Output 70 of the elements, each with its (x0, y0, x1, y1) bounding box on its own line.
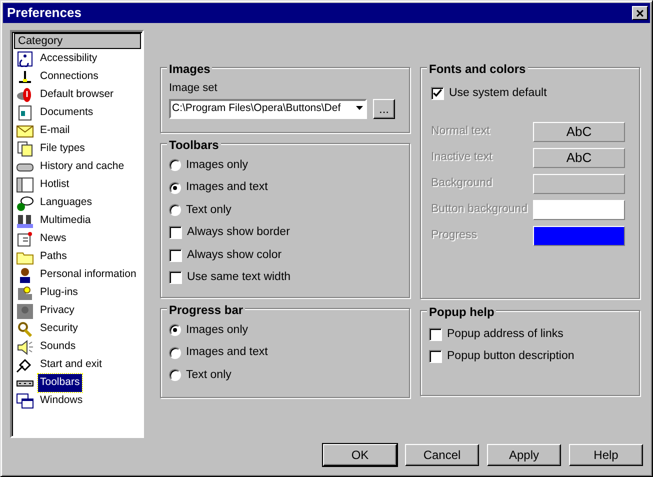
category-item[interactable]: Hotlist (14, 176, 141, 194)
dialog-button[interactable]: OK (323, 444, 397, 466)
dialog-button[interactable]: Cancel (405, 444, 479, 466)
color-label: Progress (431, 228, 478, 243)
field-label: Image set (169, 81, 218, 96)
checkbox-label[interactable]: Popup button description (447, 348, 574, 366)
windows-icon (16, 393, 34, 409)
checkbox-label[interactable]: Popup address of links (447, 326, 564, 343)
category-item[interactable]: Plug-ins (14, 284, 141, 302)
color-label: Background (431, 176, 492, 191)
category-item[interactable]: News (14, 230, 141, 248)
accessibility-icon (16, 51, 34, 67)
radio-label[interactable]: Images and text (186, 344, 268, 362)
radio-label[interactable]: Images only (186, 156, 248, 174)
category-item[interactable]: Sounds (14, 338, 141, 356)
column-header[interactable]: Category (14, 33, 141, 49)
category-item[interactable]: Languages (14, 194, 141, 212)
color-label: Button background (431, 202, 528, 217)
checkbox[interactable] (169, 248, 182, 262)
category-item[interactable]: Toolbars (14, 374, 141, 392)
radio-label[interactable]: Images and text (186, 179, 268, 196)
radio-label[interactable]: Text only (186, 202, 232, 219)
font-label: Inactive text (431, 150, 492, 165)
radio-button[interactable] (169, 346, 181, 359)
note-icon (16, 231, 34, 247)
dialog-button[interactable]: Apply (487, 444, 561, 466)
category-item[interactable]: Privacy (14, 302, 141, 320)
category-item[interactable]: Documents (14, 104, 141, 122)
category-item[interactable]: Start and exit (14, 356, 141, 374)
category-item[interactable]: Accessibility (14, 50, 141, 68)
checkbox[interactable] (169, 226, 182, 240)
document-icon (16, 105, 34, 121)
plug-icon (16, 69, 34, 85)
checkbox-label[interactable]: Use same text width (187, 269, 291, 286)
category-item[interactable]: Personal information (14, 266, 141, 284)
checkbox[interactable] (431, 86, 444, 100)
browse-button[interactable]: ... (373, 98, 395, 118)
category-item[interactable]: Paths (14, 248, 141, 266)
checkbox-label[interactable]: Always show color (187, 246, 282, 264)
stop-icon (16, 87, 34, 103)
image-set-dropdown[interactable]: C:\Program Files\Opera\Buttons\Def (169, 98, 367, 118)
checkbox-label[interactable]: Always show border (187, 224, 290, 242)
checkbox-label[interactable]: Use system default (449, 84, 547, 102)
checkbox[interactable] (429, 350, 442, 364)
globe-icon (16, 195, 34, 211)
category-item[interactable]: Windows (14, 392, 141, 410)
envelope-icon (16, 123, 34, 139)
speaker-icon (16, 339, 34, 355)
category-item[interactable]: History and cache (14, 158, 141, 176)
radio-button[interactable] (169, 324, 181, 336)
radio-label[interactable]: Text only (186, 366, 232, 384)
radio-button[interactable] (169, 204, 181, 216)
window-icon (16, 177, 34, 193)
radio-button[interactable] (169, 369, 181, 382)
files-icon (16, 141, 34, 157)
category-item[interactable]: Multimedia (14, 212, 141, 230)
radio-label[interactable]: Images only (186, 322, 248, 339)
category-item[interactable]: File types (14, 140, 141, 158)
close-button[interactable]: × (632, 6, 648, 20)
category-item[interactable]: Connections (14, 68, 141, 86)
window-title: Preferences (7, 4, 82, 22)
font-label: Normal text (431, 124, 490, 139)
category-item[interactable]: Security (14, 320, 141, 338)
checkbox[interactable] (429, 328, 442, 341)
checkbox[interactable] (169, 271, 182, 284)
radio-button[interactable] (169, 159, 181, 172)
radio-button[interactable] (169, 182, 181, 194)
dialog-button[interactable]: Help (569, 444, 643, 466)
category-item[interactable]: E-mail (14, 122, 141, 140)
category-item[interactable]: Default browser (14, 86, 141, 104)
